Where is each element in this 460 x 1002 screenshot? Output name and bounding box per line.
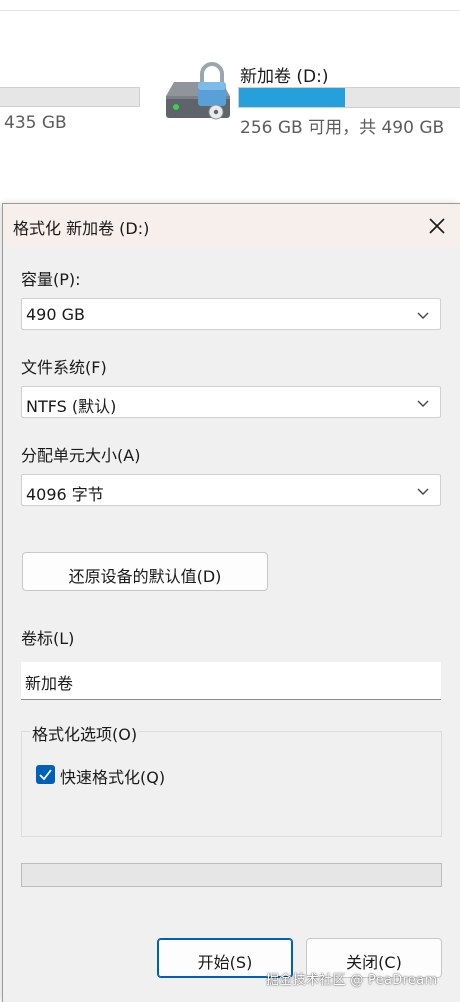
allocation-select[interactable]: 4096 字节: [21, 474, 441, 506]
format-progress-bar: [21, 863, 442, 887]
format-options-legend: 格式化选项(O): [30, 721, 140, 745]
format-options-group: 格式化选项(O) 快速格式化(Q): [21, 721, 442, 837]
restore-defaults-label: 还原设备的默认值(D): [68, 567, 222, 586]
format-dialog: 格式化 新加卷 (D:) 容量(P): 490 GB 文件系统(F) NTFS …: [2, 203, 460, 1002]
left-drive-usage-bar: [0, 87, 140, 107]
dialog-title: 格式化 新加卷 (D:): [13, 219, 150, 238]
allocation-value: 4096 字节: [26, 485, 104, 504]
chevron-down-icon: [417, 312, 429, 319]
filesystem-value: NTFS (默认): [26, 397, 117, 416]
close-icon[interactable]: [424, 213, 450, 239]
left-drive-space-text: 435 GB: [4, 113, 67, 133]
volume-label-input[interactable]: 新加卷: [21, 662, 441, 700]
capacity-label: 容量(P):: [21, 270, 81, 289]
capacity-value: 490 GB: [26, 305, 85, 324]
chevron-down-icon: [417, 400, 429, 407]
watermark: 掘金技术社区 @ PeaDream: [266, 973, 438, 988]
dialog-titlebar[interactable]: 格式化 新加卷 (D:): [3, 204, 460, 247]
quick-format-label: 快速格式化(Q): [60, 768, 166, 787]
checkbox-checked-icon[interactable]: [36, 765, 55, 784]
volume-label-label: 卷标(L): [21, 629, 75, 648]
explorer-divider: [0, 10, 460, 11]
drive-usage-bar: [238, 87, 460, 108]
chevron-down-icon: [417, 488, 429, 495]
volume-label-value: 新加卷: [25, 674, 74, 693]
drive-usage-fill: [239, 88, 346, 107]
capacity-select[interactable]: 490 GB: [21, 298, 441, 330]
explorer-background: 435 GB 新加卷 (D:) 256 GB 可用，共 490 GB: [0, 0, 460, 200]
drive-space-text: 256 GB 可用，共 490 GB: [240, 118, 445, 138]
filesystem-label: 文件系统(F): [21, 358, 107, 377]
restore-defaults-button[interactable]: 还原设备的默认值(D): [22, 552, 268, 591]
allocation-label: 分配单元大小(A): [21, 446, 141, 465]
locked-drive-icon[interactable]: [164, 60, 234, 122]
drive-name[interactable]: 新加卷 (D:): [240, 62, 329, 87]
filesystem-select[interactable]: NTFS (默认): [21, 386, 441, 418]
